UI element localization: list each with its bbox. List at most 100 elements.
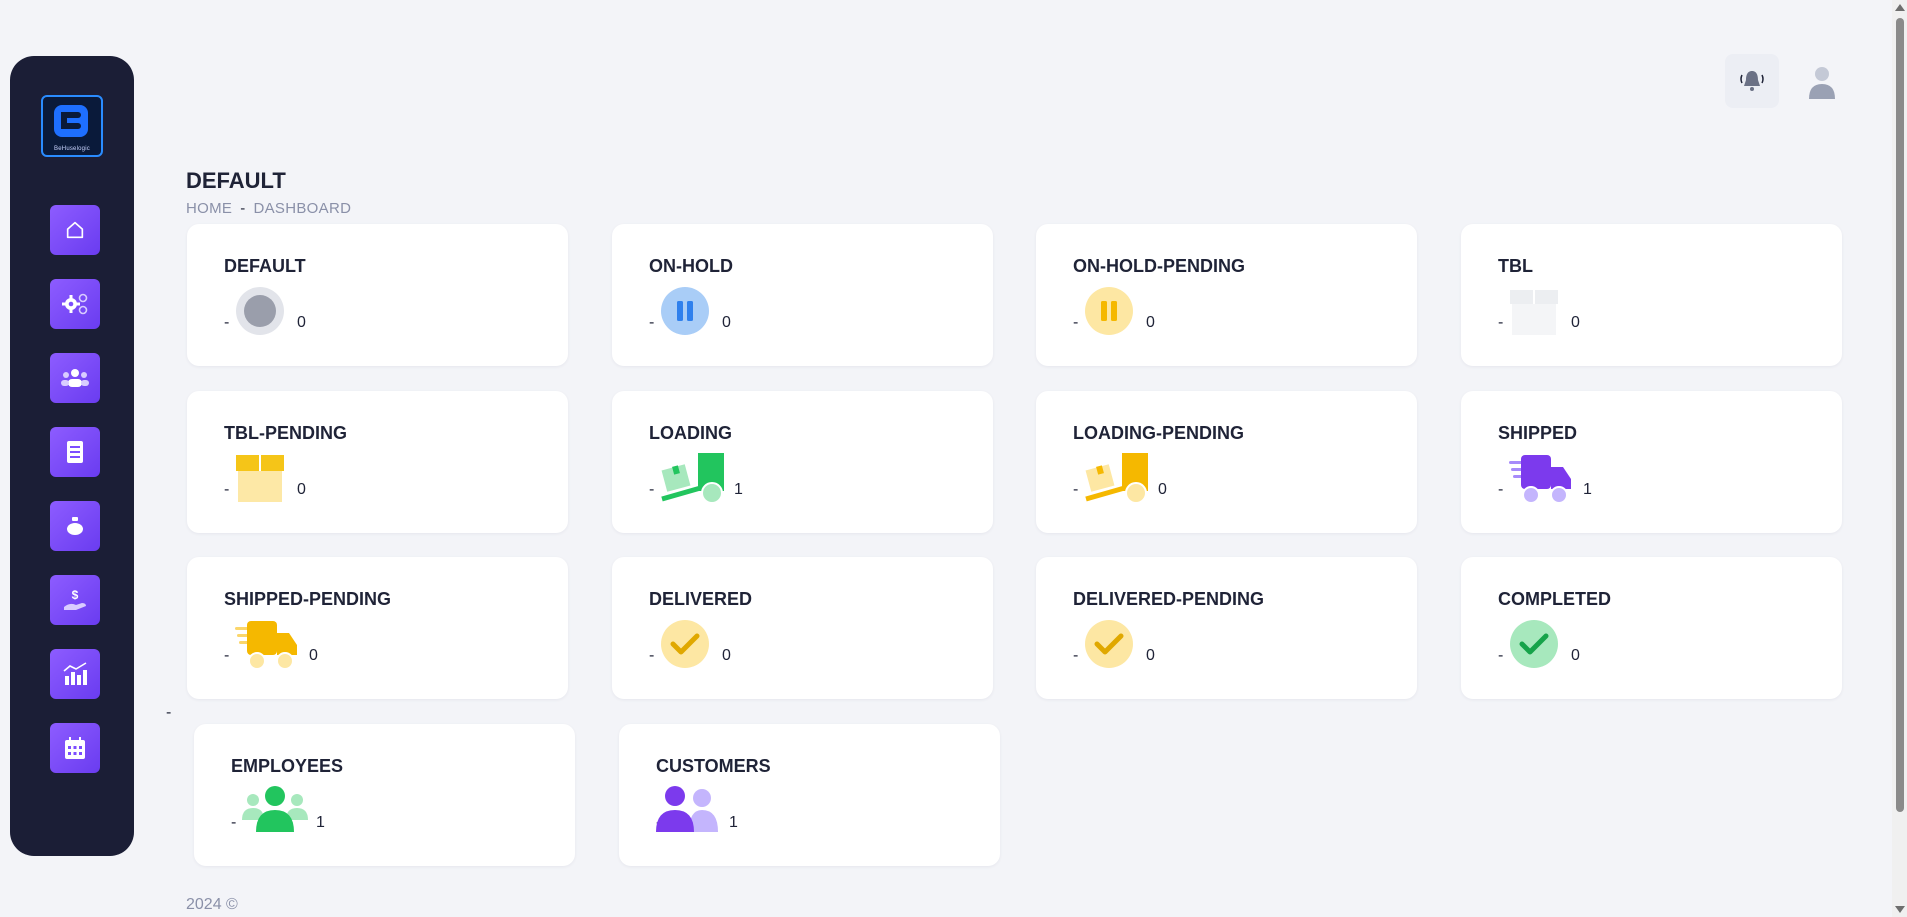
- user-avatar-icon: [1809, 67, 1835, 99]
- nav-inventory[interactable]: [50, 501, 100, 551]
- page-title: DEFAULT: [186, 168, 286, 193]
- card-dash: -: [231, 814, 237, 831]
- card-dash: -: [1498, 314, 1504, 331]
- card-count: 0: [722, 647, 731, 664]
- nav-calendar[interactable]: [50, 723, 100, 773]
- nav-settings[interactable]: [50, 279, 100, 329]
- card-title: CUSTOMERS: [656, 756, 771, 776]
- card-count: 0: [309, 647, 318, 664]
- check-pending-icon: [661, 620, 709, 668]
- logo-mark-icon: [54, 105, 88, 137]
- default-status-icon: [236, 287, 284, 335]
- nav-payments[interactable]: $: [50, 575, 100, 625]
- status-card-shipped[interactable]: SHIPPED - 1: [1461, 391, 1842, 533]
- breadcrumb-current: DASHBOARD: [253, 200, 352, 217]
- card-dash: -: [224, 481, 230, 498]
- logo-caption: BeHuselogic: [54, 146, 90, 152]
- card-title: DELIVERED-PENDING: [1073, 589, 1265, 609]
- scrollbar[interactable]: [1892, 0, 1907, 917]
- card-dash: -: [1073, 314, 1079, 331]
- scrollbar-thumb[interactable]: [1896, 18, 1904, 812]
- card-count: 1: [734, 481, 743, 498]
- status-card-tbl[interactable]: TBL - 0: [1461, 224, 1842, 366]
- card-dash: -: [649, 481, 655, 498]
- delivery-truck-icon: [1509, 455, 1571, 504]
- hand-truck-pending-icon: [1085, 453, 1148, 504]
- hand-truck-icon: [661, 453, 724, 504]
- card-dash: -: [1498, 647, 1504, 664]
- summary-card-employees[interactable]: EMPLOYEES - 1: [194, 724, 575, 866]
- card-title: SHIPPED-PENDING: [224, 589, 392, 609]
- card-dash: -: [224, 647, 230, 664]
- team-icon: [61, 369, 89, 387]
- card-title: LOADING-PENDING: [1073, 423, 1244, 443]
- card-count: 0: [1571, 647, 1580, 664]
- card-count: 0: [297, 481, 306, 498]
- settings-gears-icon: [62, 293, 88, 315]
- delivery-truck-pending-icon: [235, 621, 297, 670]
- status-card-loading[interactable]: LOADING - 1: [612, 391, 993, 533]
- svg-text:$: $: [72, 588, 79, 602]
- card-dash: -: [649, 647, 655, 664]
- card-title: COMPLETED: [1498, 589, 1612, 609]
- notifications-button[interactable]: [1725, 54, 1779, 108]
- breadcrumb: HOME - DASHBOARD: [186, 200, 351, 217]
- card-count: 0: [1158, 481, 1167, 498]
- calendar-icon: [65, 737, 85, 759]
- user-avatar[interactable]: [1800, 60, 1844, 104]
- app-logo[interactable]: BeHuselogic: [41, 95, 103, 157]
- box-pending-icon: [236, 455, 284, 502]
- status-card-tbl-pending[interactable]: TBL-PENDING - 0: [187, 391, 568, 533]
- receipt-icon: [67, 441, 83, 463]
- status-card-delivered-pending[interactable]: DELIVERED-PENDING - 0: [1036, 557, 1417, 699]
- card-count: 1: [729, 814, 738, 831]
- status-card-completed[interactable]: COMPLETED - 0: [1461, 557, 1842, 699]
- status-card-loading-pending[interactable]: LOADING-PENDING - 0: [1036, 391, 1417, 533]
- scroll-up-icon[interactable]: [1895, 4, 1905, 11]
- scroll-down-icon[interactable]: [1895, 906, 1905, 913]
- card-title: DEFAULT: [224, 256, 306, 276]
- box-icon: [1510, 290, 1558, 335]
- nav-receipts[interactable]: [50, 427, 100, 477]
- status-card-delivered[interactable]: DELIVERED - 0: [612, 557, 993, 699]
- stray-dash: -: [166, 704, 172, 721]
- card-title: LOADING: [649, 423, 732, 443]
- status-card-default[interactable]: DEFAULT - 0: [187, 224, 568, 366]
- footer-copyright: 2024 ©: [186, 896, 238, 913]
- summary-card-customers[interactable]: CUSTOMERS - 1: [619, 724, 1000, 866]
- card-title: DELIVERED: [649, 589, 753, 609]
- breadcrumb-home[interactable]: HOME: [186, 200, 232, 217]
- card-count: 0: [722, 314, 731, 331]
- card-dash: -: [224, 314, 230, 331]
- bell-icon: [1740, 71, 1764, 91]
- nav-home[interactable]: [50, 205, 100, 255]
- jar-icon: [67, 517, 83, 535]
- card-title: TBL-PENDING: [224, 423, 347, 443]
- check-complete-icon: [1510, 620, 1558, 668]
- employees-icon: [242, 786, 308, 832]
- card-dash: -: [1498, 481, 1504, 498]
- card-count: 1: [316, 814, 325, 831]
- card-title: EMPLOYEES: [231, 756, 344, 776]
- status-card-on-hold-pending[interactable]: ON-HOLD-PENDING - 0: [1036, 224, 1417, 366]
- money-hand-icon: $: [64, 588, 86, 610]
- check-pending-icon: [1085, 620, 1133, 668]
- card-title: ON-HOLD: [649, 256, 733, 276]
- pause-icon: [661, 287, 709, 335]
- card-count: 0: [1571, 314, 1580, 331]
- card-dash: -: [649, 314, 655, 331]
- analytics-icon: [63, 662, 87, 685]
- card-title: TBL: [1498, 256, 1533, 276]
- nav-team[interactable]: [50, 353, 100, 403]
- card-count: 0: [1146, 314, 1155, 331]
- status-card-on-hold[interactable]: ON-HOLD - 0: [612, 224, 993, 366]
- pause-pending-icon: [1085, 287, 1133, 335]
- card-dash: -: [1073, 481, 1079, 498]
- card-dash: -: [1073, 647, 1079, 664]
- nav-analytics[interactable]: [50, 649, 100, 699]
- card-title: SHIPPED: [1498, 423, 1578, 443]
- home-icon: [66, 221, 84, 239]
- status-card-shipped-pending[interactable]: SHIPPED-PENDING - 0: [187, 557, 568, 699]
- sidebar: BeHuselogic $: [10, 56, 134, 856]
- card-count: 0: [297, 314, 306, 331]
